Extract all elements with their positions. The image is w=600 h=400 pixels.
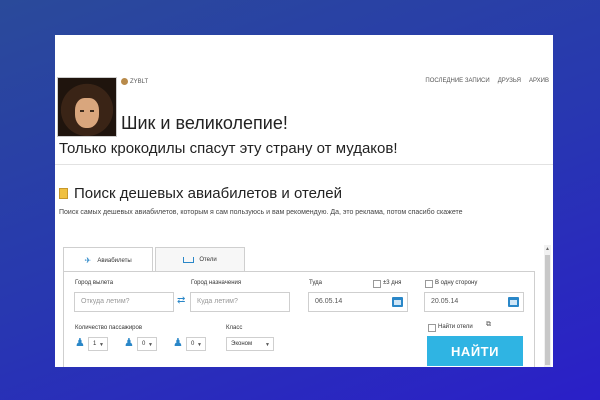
blog-page: ZYBLT ПОСЛЕДНИЕ ЗАПИСИ ДРУЗЬЯ АРХИВ Шик … [55,35,553,367]
site-subtitle: Только крокодилы спасут эту страну от му… [59,140,398,157]
chevron-down-icon: ▼ [99,342,104,348]
username[interactable]: ZYBLT [130,79,148,85]
site-title[interactable]: Шик и великолепие! [121,113,288,134]
search-button[interactable]: НАЙТИ [427,336,523,366]
depart-label: Туда [309,280,322,286]
nav-recent-posts[interactable]: ПОСЛЕДНИЕ ЗАПИСИ [425,78,489,84]
scrollbar[interactable]: ▲ [544,245,551,367]
chevron-down-icon: ▼ [197,342,202,348]
nav-friends[interactable]: ДРУЗЬЯ [498,78,521,84]
chevron-down-icon: ▼ [265,342,270,348]
tab-flights-label: Авиабилеты [97,257,132,264]
return-date-input[interactable]: 20.05.14 [424,292,524,312]
class-value: Эконом [231,341,253,347]
username-link[interactable]: ZYBLT [121,78,148,85]
class-label: Класс [226,325,243,331]
chevron-down-icon: ▼ [148,342,153,348]
calendar-icon[interactable] [392,297,403,307]
flex-dates-label: ±3 дня [383,280,402,286]
infants-select[interactable]: 0 ▼ [186,337,206,351]
avatar-eye [90,110,94,112]
to-input[interactable]: Куда летим? [190,292,290,312]
divider [55,164,553,165]
infant-icon: ♟ [173,337,183,349]
from-label: Город вылета [75,280,114,286]
depart-date-input[interactable]: 06.05.14 [308,292,408,312]
avatar-eye [80,110,84,112]
avatar-face [75,98,99,128]
from-input[interactable]: Откуда летим? [74,292,174,312]
find-hotels-checkbox[interactable] [428,324,436,332]
adults-select[interactable]: 1 ▼ [88,337,108,351]
section-title-text: Поиск дешевых авиабилетов и отелей [74,185,342,202]
document-icon [59,188,68,199]
scroll-thumb[interactable] [545,255,550,365]
scroll-up-icon[interactable]: ▲ [545,246,550,252]
child-icon: ♟ [124,337,134,349]
avatar[interactable] [57,77,117,137]
depart-date-value: 06.05.14 [315,298,343,305]
class-select[interactable]: Эконом ▼ [226,337,274,351]
adult-icon: ♟ [75,337,85,349]
tab-flights[interactable]: ✈ Авиабилеты [63,247,153,273]
user-icon [121,78,128,85]
tab-hotels[interactable]: Отели [155,247,245,272]
external-link-icon[interactable]: ⧉ [486,321,491,329]
passengers-label: Количество пассажиров [75,325,143,331]
return-date-value: 20.05.14 [431,298,459,305]
section-description: Поиск самых дешевых авиабилетов, которым… [59,209,463,216]
oneway-label: В одну сторону [435,280,478,286]
infants-value: 0 [191,341,195,347]
nav-archive[interactable]: АРХИВ [529,78,549,84]
section-title: Поиск дешевых авиабилетов и отелей [59,185,342,202]
top-nav: ПОСЛЕДНИЕ ЗАПИСИ ДРУЗЬЯ АРХИВ [425,78,549,84]
swap-icon[interactable]: ⇄ [177,296,185,306]
flex-dates-checkbox[interactable] [373,280,381,288]
search-tabs: ✈ Авиабилеты Отели [63,247,247,273]
tab-hotels-label: Отели [199,257,217,263]
bed-icon [183,257,195,263]
find-hotels-label: Найти отели [438,324,473,330]
oneway-checkbox[interactable] [425,280,433,288]
to-label: Город назначения [191,280,242,286]
children-value: 0 [142,341,146,347]
calendar-icon[interactable] [508,297,519,307]
plane-icon: ✈ [84,255,92,265]
adults-value: 1 [93,341,97,347]
children-select[interactable]: 0 ▼ [137,337,157,351]
